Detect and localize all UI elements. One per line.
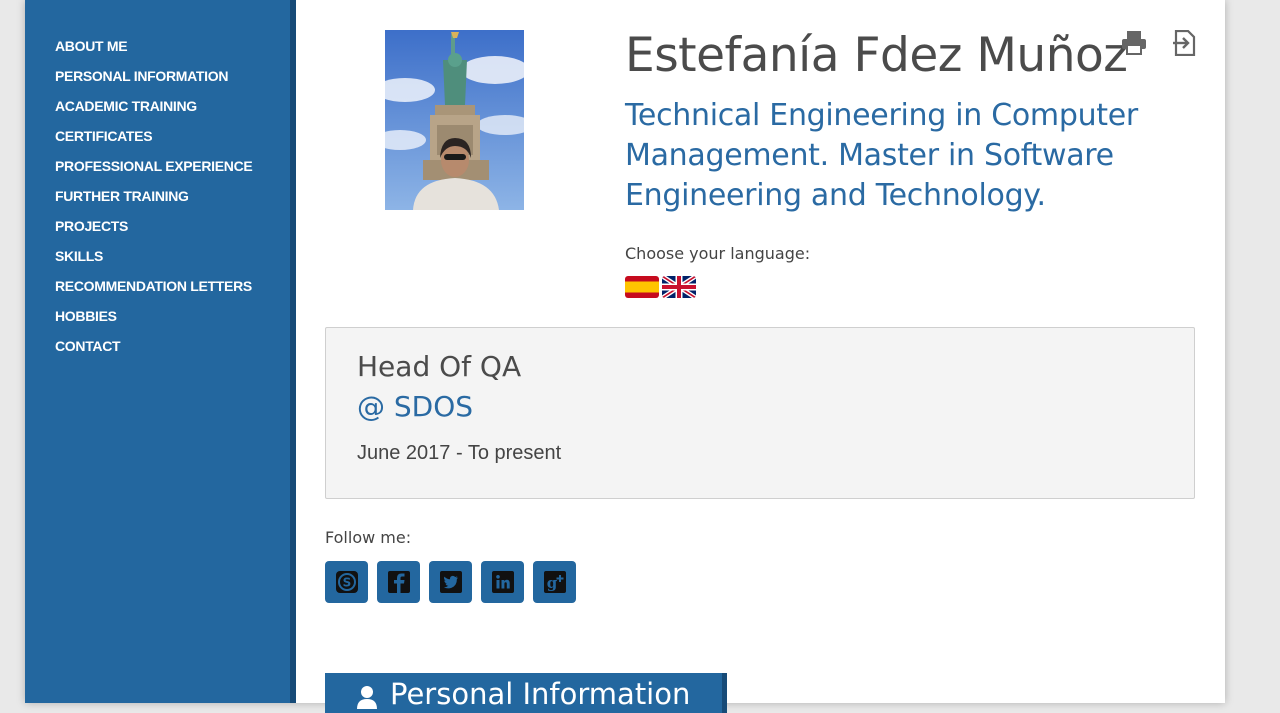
nav-item-contact[interactable]: CONTACT bbox=[55, 337, 252, 367]
profile-subtitle: Technical Engineering in Computer Manage… bbox=[625, 98, 1138, 213]
nav-item-certificates[interactable]: CERTIFICATES bbox=[55, 127, 252, 157]
nav-item-recommendation-letters[interactable]: RECOMMENDATION LETTERS bbox=[55, 277, 252, 307]
nav-item-further-training[interactable]: FURTHER TRAINING bbox=[55, 187, 252, 217]
svg-text:S: S bbox=[342, 576, 351, 590]
job-dates: June 2017 - To present bbox=[357, 442, 562, 464]
nav-item-skills[interactable]: SKILLS bbox=[55, 247, 252, 277]
page: ABOUT ME PERSONAL INFORMATION ACADEMIC T… bbox=[25, 0, 1225, 713]
profile-name: Estefanía Fdez Muñoz bbox=[625, 28, 1128, 83]
uk-flag-icon[interactable] bbox=[662, 276, 696, 298]
facebook-icon[interactable] bbox=[377, 561, 420, 603]
spanish-flag-icon[interactable] bbox=[625, 276, 659, 298]
nav-item-hobbies[interactable]: HOBBIES bbox=[55, 307, 252, 337]
current-job-card: Head Of QA @ SDOS June 2017 - To present bbox=[325, 327, 1195, 499]
language-label: Choose your language: bbox=[625, 244, 811, 263]
nav-item-about-me[interactable]: ABOUT ME bbox=[55, 37, 252, 67]
profile-photo bbox=[385, 30, 524, 210]
skype-icon[interactable]: S bbox=[325, 561, 368, 603]
linkedin-icon[interactable] bbox=[481, 561, 524, 603]
svg-text:g: g bbox=[546, 574, 557, 592]
google-plus-icon[interactable]: g bbox=[533, 561, 576, 603]
sidebar-nav: ABOUT ME PERSONAL INFORMATION ACADEMIC T… bbox=[55, 37, 253, 367]
sidebar: ABOUT ME PERSONAL INFORMATION ACADEMIC T… bbox=[25, 0, 296, 703]
nav-item-professional-experience[interactable]: PROFESSIONAL EXPERIENCE bbox=[55, 157, 253, 187]
section-title: Personal Information bbox=[390, 677, 691, 711]
follow-label: Follow me: bbox=[325, 528, 412, 547]
personal-information-section-header: Personal Information bbox=[325, 673, 727, 713]
job-title: Head Of QA bbox=[357, 350, 522, 383]
export-icon[interactable] bbox=[1172, 29, 1198, 57]
job-company-link[interactable]: @ SDOS bbox=[357, 390, 473, 423]
twitter-icon[interactable] bbox=[429, 561, 472, 603]
nav-item-projects[interactable]: PROJECTS bbox=[55, 217, 252, 247]
user-icon bbox=[357, 685, 377, 713]
print-icon[interactable] bbox=[1121, 30, 1147, 56]
nav-item-academic-training[interactable]: ACADEMIC TRAINING bbox=[55, 97, 252, 127]
nav-item-personal-information[interactable]: PERSONAL INFORMATION bbox=[55, 67, 252, 97]
